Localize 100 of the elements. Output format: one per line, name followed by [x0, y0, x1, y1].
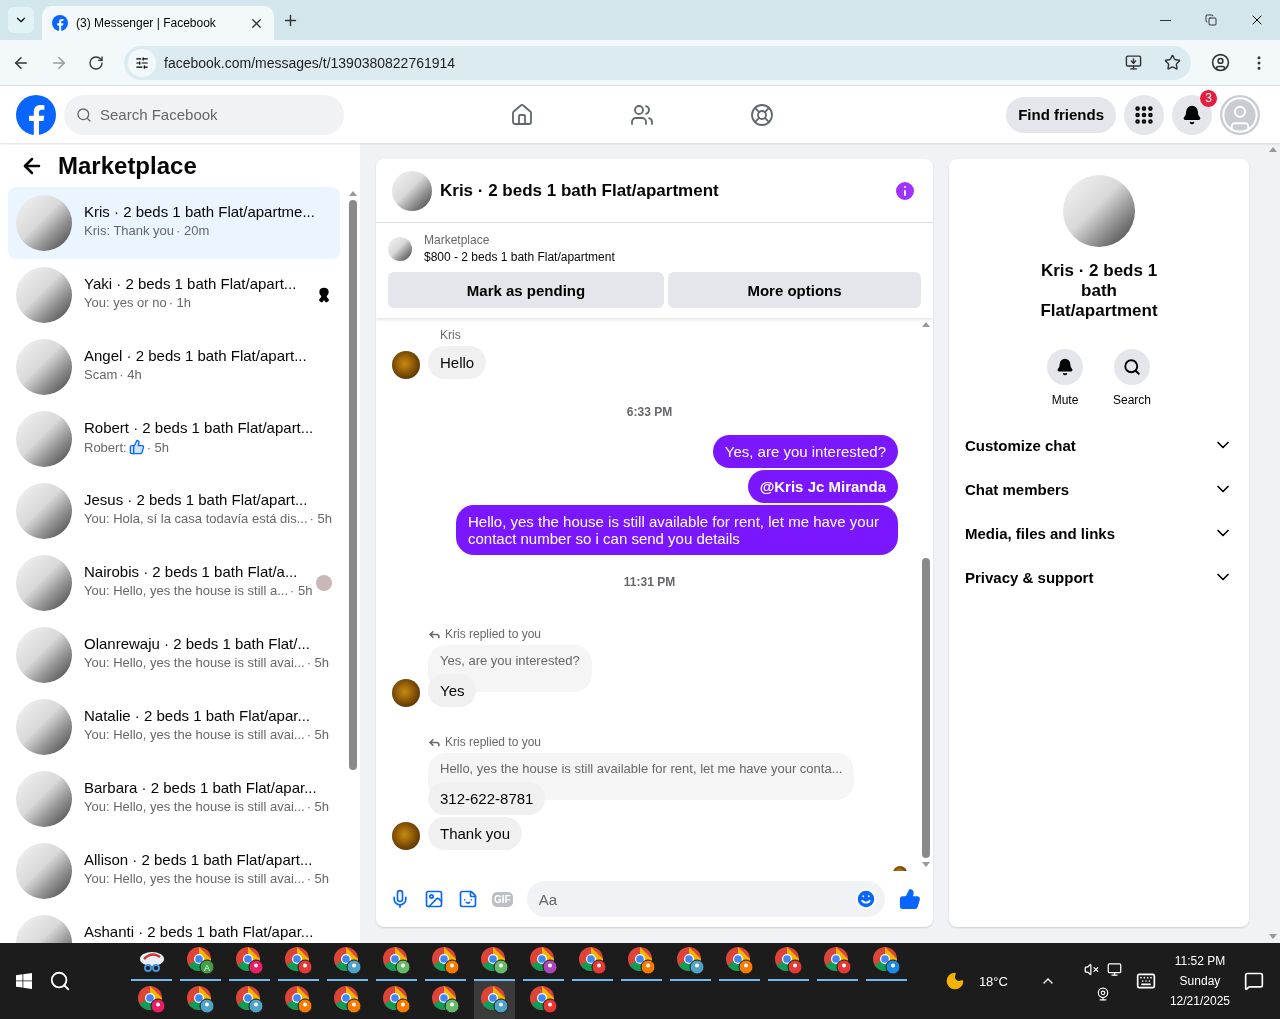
- scrollbar-thumb[interactable]: [922, 558, 930, 858]
- notifications-icon[interactable]: [1244, 971, 1264, 991]
- search-icon[interactable]: [49, 970, 72, 992]
- conversation-item[interactable]: Allison · 2 beds 1 bath Flat/apart... You: Hello, yes the house is still avai...· 5h: [8, 835, 340, 907]
- conversation-item[interactable]: Natalie · 2 beds 1 bath Flat/apar... You: Hello, yes the house is still avai...· 5h: [8, 691, 340, 763]
- message-preview: You: Hello, yes the house is still a...: [84, 583, 289, 598]
- message-bubble: Thank you: [428, 817, 523, 850]
- new-tab-button[interactable]: [282, 12, 299, 29]
- photo-icon[interactable]: [424, 889, 444, 909]
- reload-button[interactable]: [88, 54, 104, 71]
- photo-placeholder: [388, 236, 412, 261]
- install-app-icon[interactable]: [1125, 54, 1142, 71]
- moon-icon: [944, 971, 965, 991]
- conversation-item[interactable]: Robert · 2 beds 1 bath Flat/apart... Robert: · 5h: [8, 403, 340, 475]
- message-time: · 5h: [306, 799, 330, 814]
- browser-profile-icon: [185, 985, 216, 1015]
- facebook-logo[interactable]: [16, 94, 56, 135]
- message-time: · 5h: [309, 511, 332, 526]
- section-header[interactable]: Customize chat: [957, 423, 1241, 467]
- reply-label: Kris replied to you: [445, 735, 542, 749]
- photo-placeholder: [16, 411, 72, 467]
- facebook-favicon: [52, 15, 68, 31]
- apps-menu-button[interactable]: [1124, 94, 1164, 135]
- section-header[interactable]: Privacy & support: [957, 555, 1241, 599]
- volume-muted-icon[interactable]: [1083, 961, 1099, 977]
- photo-placeholder: [16, 555, 72, 611]
- message-bubble: Hello: [428, 346, 487, 379]
- browser-profile-icon: [773, 946, 804, 976]
- message-input[interactable]: Aa: [526, 881, 885, 917]
- notification-badge: 3: [1199, 88, 1218, 108]
- conversation-title: Allison · 2 beds 1 bath Flat/apart...: [84, 851, 314, 868]
- listing-action-button[interactable]: Mark as pending: [388, 272, 664, 308]
- search-icon: [1123, 358, 1141, 376]
- browser-profile-icon: [528, 946, 559, 976]
- message-bubble: 312-622-8781: [428, 782, 546, 815]
- profile-icon[interactable]: [1211, 53, 1230, 72]
- listing-action-button[interactable]: More options: [668, 272, 921, 308]
- clock-date: 12/21/2025: [1169, 994, 1230, 1008]
- sticker-icon[interactable]: [458, 889, 478, 909]
- browser-tab[interactable]: (3) Messenger | Facebook: [42, 6, 274, 40]
- browser-profile-icon: [528, 985, 559, 1015]
- conversation-item[interactable]: Angel · 2 beds 1 bath Flat/apart... Scam· 4h: [8, 331, 340, 403]
- conversation-item[interactable]: Kris · 2 beds 1 bath Flat/apartme... Kris: Thank you· 20m: [8, 187, 340, 259]
- message-preview: Robert:: [84, 439, 127, 455]
- browser-profile-icon: [283, 985, 314, 1015]
- weather-temperature[interactable]: 18°C: [978, 973, 1008, 989]
- conversation-title: Nairobis · 2 beds 1 bath Flat/a...: [84, 563, 299, 580]
- browser-profile-icon: [381, 946, 412, 976]
- message-time: · 5h: [306, 727, 330, 742]
- microphone-icon[interactable]: [390, 889, 410, 909]
- message-time: · 5h: [290, 583, 313, 598]
- conversation-item[interactable]: Olanrewaju · 2 beds 1 bath Flat/... You: Hello, yes the house is still avai...· 5h: [8, 619, 340, 691]
- contact-avatar: [392, 822, 420, 850]
- conversation-title: Ashanti · 2 beds 1 bath Flat/apar...: [84, 923, 315, 940]
- contact-avatar: [392, 351, 420, 379]
- search-field[interactable]: Search Facebook: [64, 94, 344, 135]
- message-preview: You: Hola, sí la casa todavía está dis...: [84, 511, 308, 526]
- find-friends-button[interactable]: Find friends: [1006, 96, 1116, 133]
- reply-label: Kris replied to you: [445, 627, 542, 641]
- conversation-item[interactable]: Yaki · 2 beds 1 bath Flat/apart... You: yes or no· 1h: [8, 259, 340, 331]
- browser-profile-icon: [283, 946, 314, 976]
- thumbs-up-icon[interactable]: [899, 888, 921, 910]
- browser-profile-icon: [822, 946, 853, 976]
- tab-title: (3) Messenger | Facebook: [76, 16, 217, 30]
- emoji-icon[interactable]: [855, 888, 877, 910]
- keyboard-icon[interactable]: [1135, 971, 1156, 991]
- network-icon[interactable]: [1106, 961, 1122, 977]
- message-bubble: Yes, are you interested?: [712, 435, 898, 468]
- bell-icon: [1182, 104, 1202, 125]
- search-icon: [76, 106, 92, 123]
- message-preview: You: Hello, yes the house is still avai...: [84, 799, 305, 814]
- notifications-button[interactable]: [1172, 94, 1212, 135]
- section-header[interactable]: Media, files and links: [957, 511, 1241, 555]
- grid-icon: [1133, 103, 1155, 126]
- section-header[interactable]: Chat members: [957, 467, 1241, 511]
- message-time: · 5h: [306, 871, 330, 886]
- conversation-title: Yaki · 2 beds 1 bath Flat/apart...: [84, 275, 298, 292]
- site-info-button[interactable]: [128, 48, 156, 77]
- tab-search-button[interactable]: [8, 7, 34, 33]
- conversation-item[interactable]: Barbara · 2 beds 1 bath Flat/apar... You: Hello, yes the house is still avai...· 5h: [8, 763, 340, 835]
- taskbar-app-button[interactable]: [474, 981, 516, 1019]
- message-time: · 4h: [119, 367, 142, 382]
- message-preview: Kris: Thank you: [84, 223, 175, 238]
- conversation-item[interactable]: Jesus · 2 beds 1 bath Flat/apart... You: Hola, sí la casa todavía está dis...· 5h: [8, 475, 340, 547]
- photo-placeholder: [16, 771, 72, 827]
- scrollbar-thumb[interactable]: [349, 200, 357, 770]
- clock[interactable]: 11:52 PM Sunday 12/21/2025: [1169, 954, 1230, 1008]
- clock-time: 11:52 PM: [1174, 954, 1226, 968]
- browser-profile-icon: [626, 946, 657, 976]
- conversation-title: Natalie · 2 beds 1 bath Flat/apar...: [84, 707, 311, 724]
- message-time: · 20m: [176, 223, 210, 238]
- sliders-icon: [135, 55, 149, 70]
- conversation-title: Olanrewaju · 2 beds 1 bath Flat/...: [84, 635, 311, 652]
- bookmark-star-icon[interactable]: [1164, 54, 1181, 71]
- browser-profile-icon: [430, 946, 461, 976]
- minimize-icon: [1159, 19, 1171, 21]
- conversation-title: Robert · 2 beds 1 bath Flat/apart...: [84, 419, 315, 436]
- browser-profile-icon: [332, 946, 363, 976]
- sender-name: Kris: [440, 328, 462, 342]
- conversation-item[interactable]: Nairobis · 2 beds 1 bath Flat/a... You: Hello, yes the house is still a...· 5h: [8, 547, 340, 619]
